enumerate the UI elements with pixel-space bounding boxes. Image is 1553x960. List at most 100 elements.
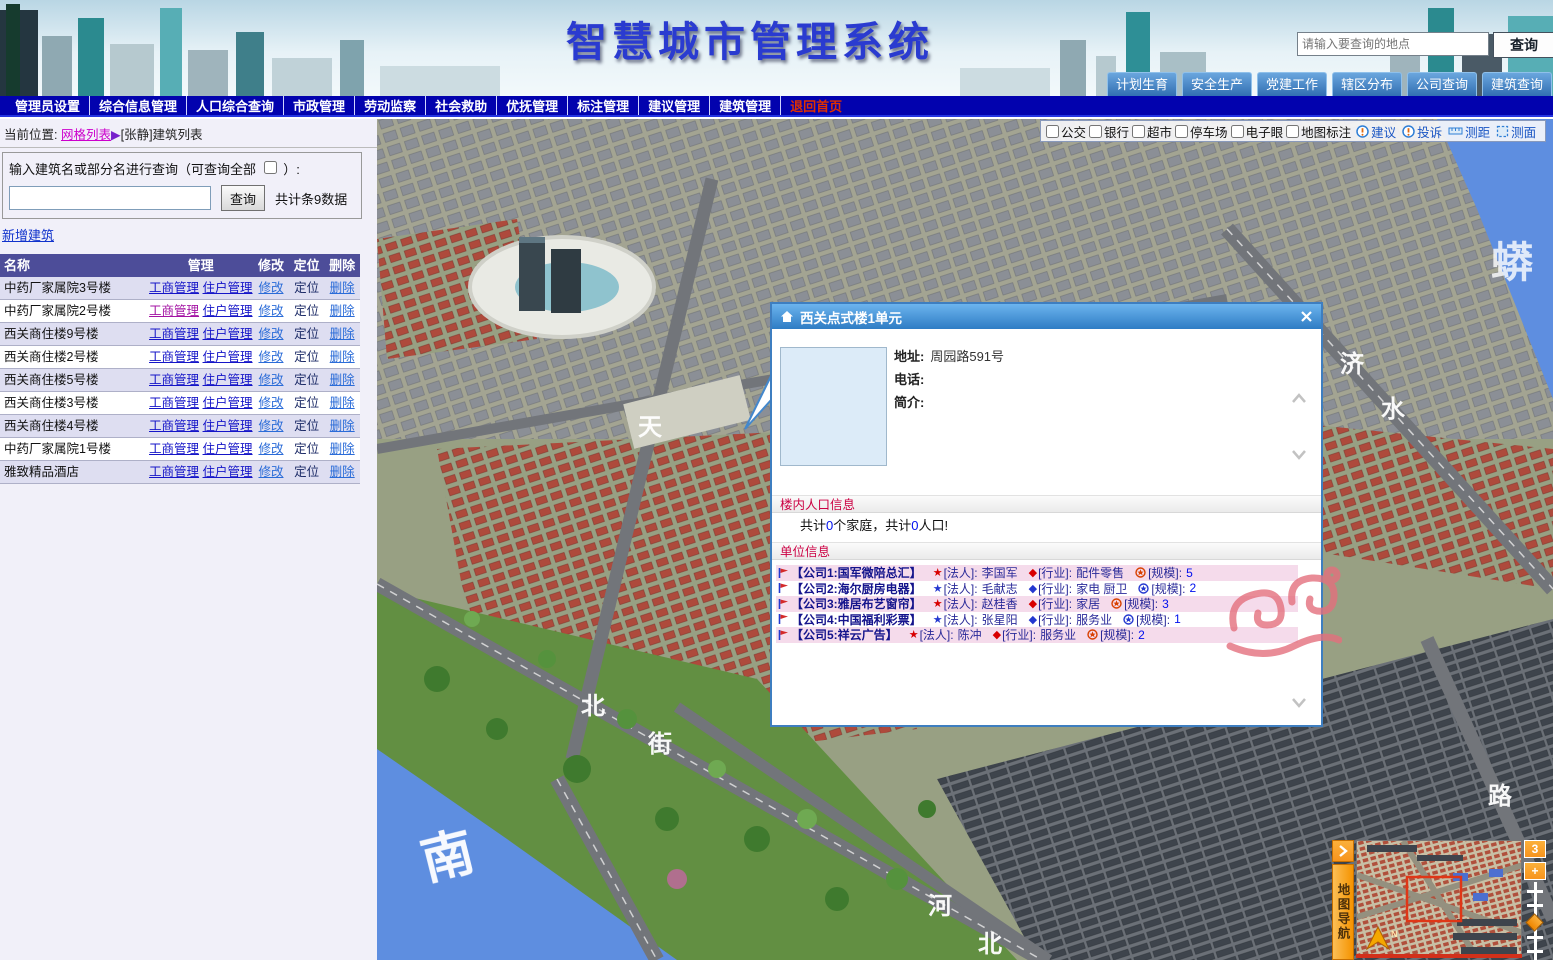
map-search-input[interactable]	[1297, 32, 1489, 56]
layer-checkbox[interactable]	[1089, 125, 1102, 138]
delete-link[interactable]: 删除	[330, 419, 355, 433]
business-mgmt-link[interactable]: 工商管理	[149, 442, 199, 456]
query-button[interactable]: 查询	[221, 185, 265, 211]
minimap-collapse-button[interactable]	[1332, 840, 1354, 862]
locate-link[interactable]: 定位	[294, 304, 319, 318]
delete-link[interactable]: 删除	[330, 327, 355, 341]
edit-link[interactable]: 修改	[258, 327, 283, 341]
menu-item[interactable]: 综合信息管理	[90, 96, 187, 115]
menu-item[interactable]: 建筑管理	[710, 96, 781, 115]
edit-link[interactable]: 修改	[258, 419, 283, 433]
map-layer-toggle[interactable]: 公交	[1046, 122, 1086, 141]
nav-tab[interactable]: 计划生育	[1107, 72, 1177, 96]
layer-checkbox[interactable]	[1286, 125, 1299, 138]
nav-tab[interactable]: 辖区分布	[1332, 72, 1402, 96]
nav-tab[interactable]: 建筑查询	[1482, 72, 1552, 96]
menu-item[interactable]: 标注管理	[568, 96, 639, 115]
menu-item[interactable]: 社会救助	[426, 96, 497, 115]
zoom-in-button[interactable]: +	[1524, 862, 1546, 880]
measure-distance-link[interactable]: 测距	[1448, 122, 1490, 141]
breadcrumb-grid-link[interactable]: 网格列表	[61, 128, 111, 142]
nav-tab[interactable]: 党建工作	[1257, 72, 1327, 96]
scroll-up-icon[interactable]	[1290, 391, 1308, 405]
menu-item[interactable]: 建议管理	[639, 96, 710, 115]
scroll-down-icon[interactable]	[1290, 447, 1308, 461]
delete-link[interactable]: 删除	[330, 304, 355, 318]
edit-link[interactable]: 修改	[258, 442, 283, 456]
minimap-nav-bar[interactable]: 地图导航	[1332, 864, 1354, 960]
suggestion-link[interactable]: 建议	[1356, 122, 1396, 141]
add-building-link[interactable]: 新增建筑	[2, 225, 54, 244]
edit-link[interactable]: 修改	[258, 304, 283, 318]
building-name-input[interactable]	[9, 186, 211, 210]
edit-link[interactable]: 修改	[258, 396, 283, 410]
delete-link[interactable]: 删除	[330, 396, 355, 410]
delete-link[interactable]: 删除	[330, 350, 355, 364]
edit-link[interactable]: 修改	[258, 373, 283, 387]
table-row: 中药厂家属院2号楼 工商管理 住户管理 修改 定位 删除	[0, 300, 360, 323]
resident-mgmt-link[interactable]: 住户管理	[203, 419, 253, 433]
edit-link[interactable]: 修改	[258, 350, 283, 364]
map-layer-toggle[interactable]: 地图标注	[1286, 122, 1351, 141]
business-mgmt-link[interactable]: 工商管理	[149, 327, 199, 341]
business-mgmt-link[interactable]: 工商管理	[149, 373, 199, 387]
layer-checkbox[interactable]	[1231, 125, 1244, 138]
business-mgmt-link[interactable]: 工商管理	[149, 419, 199, 433]
menu-item[interactable]: 市政管理	[284, 96, 355, 115]
layer-checkbox[interactable]	[1046, 125, 1059, 138]
delete-link[interactable]: 删除	[330, 373, 355, 387]
locate-link[interactable]: 定位	[294, 465, 319, 479]
delete-link[interactable]: 删除	[330, 465, 355, 479]
menu-item[interactable]: 人口综合查询	[187, 96, 284, 115]
map-layer-toggle[interactable]: 银行	[1089, 122, 1129, 141]
top-tabs: 计划生育安全生产党建工作辖区分布公司查询建筑查询系统管理	[1107, 72, 1553, 96]
resident-mgmt-link[interactable]: 住户管理	[203, 350, 253, 364]
resident-mgmt-link[interactable]: 住户管理	[203, 373, 253, 387]
menu-item[interactable]: 管理员设置	[6, 96, 90, 115]
star-icon: ★	[933, 613, 943, 626]
zoom-slider-handle[interactable]	[1525, 913, 1543, 931]
locate-link[interactable]: 定位	[294, 442, 319, 456]
business-mgmt-link[interactable]: 工商管理	[149, 281, 199, 295]
legal-person: 赵桂香	[982, 595, 1018, 612]
business-mgmt-link[interactable]: 工商管理	[149, 465, 199, 479]
map-search-button[interactable]: 查询	[1493, 32, 1553, 58]
locate-link[interactable]: 定位	[294, 373, 319, 387]
delete-link[interactable]: 删除	[330, 442, 355, 456]
minimap-thumbnail[interactable]: N	[1356, 840, 1522, 957]
locate-link[interactable]: 定位	[294, 419, 319, 433]
table-row: 西关商住楼5号楼 工商管理 住户管理 修改 定位 删除	[0, 369, 360, 392]
map-layer-toggle[interactable]: 超市	[1132, 122, 1172, 141]
map-layer-toggle[interactable]: 停车场	[1175, 122, 1228, 141]
menu-item[interactable]: 优抚管理	[497, 96, 568, 115]
resident-mgmt-link[interactable]: 住户管理	[203, 442, 253, 456]
nav-tab[interactable]: 公司查询	[1407, 72, 1477, 96]
edit-link[interactable]: 修改	[258, 281, 283, 295]
nav-tab[interactable]: 安全生产	[1182, 72, 1252, 96]
menu-item-return-home[interactable]: 退回首页	[781, 96, 851, 115]
resident-mgmt-link[interactable]: 住户管理	[203, 304, 253, 318]
query-all-checkbox[interactable]	[264, 161, 277, 174]
locate-link[interactable]: 定位	[294, 281, 319, 295]
locate-link[interactable]: 定位	[294, 396, 319, 410]
business-mgmt-link[interactable]: 工商管理	[149, 350, 199, 364]
layer-checkbox[interactable]	[1132, 125, 1145, 138]
menu-item[interactable]: 劳动监察	[355, 96, 426, 115]
resident-mgmt-link[interactable]: 住户管理	[203, 465, 253, 479]
resident-mgmt-link[interactable]: 住户管理	[203, 281, 253, 295]
resident-mgmt-link[interactable]: 住户管理	[203, 396, 253, 410]
map-layer-toggle[interactable]: 电子眼	[1231, 122, 1284, 141]
layer-checkbox[interactable]	[1175, 125, 1188, 138]
business-mgmt-link[interactable]: 工商管理	[149, 396, 199, 410]
business-mgmt-link[interactable]: 工商管理	[149, 304, 199, 318]
resident-mgmt-link[interactable]: 住户管理	[203, 327, 253, 341]
scale-icon	[1111, 598, 1124, 609]
edit-link[interactable]: 修改	[258, 465, 283, 479]
close-icon[interactable]	[1300, 310, 1313, 323]
measure-area-link[interactable]: 测面	[1496, 122, 1536, 141]
delete-link[interactable]: 删除	[330, 281, 355, 295]
locate-link[interactable]: 定位	[294, 327, 319, 341]
scroll-down-icon[interactable]	[1290, 695, 1308, 709]
locate-link[interactable]: 定位	[294, 350, 319, 364]
complaint-link[interactable]: 投诉	[1402, 122, 1442, 141]
